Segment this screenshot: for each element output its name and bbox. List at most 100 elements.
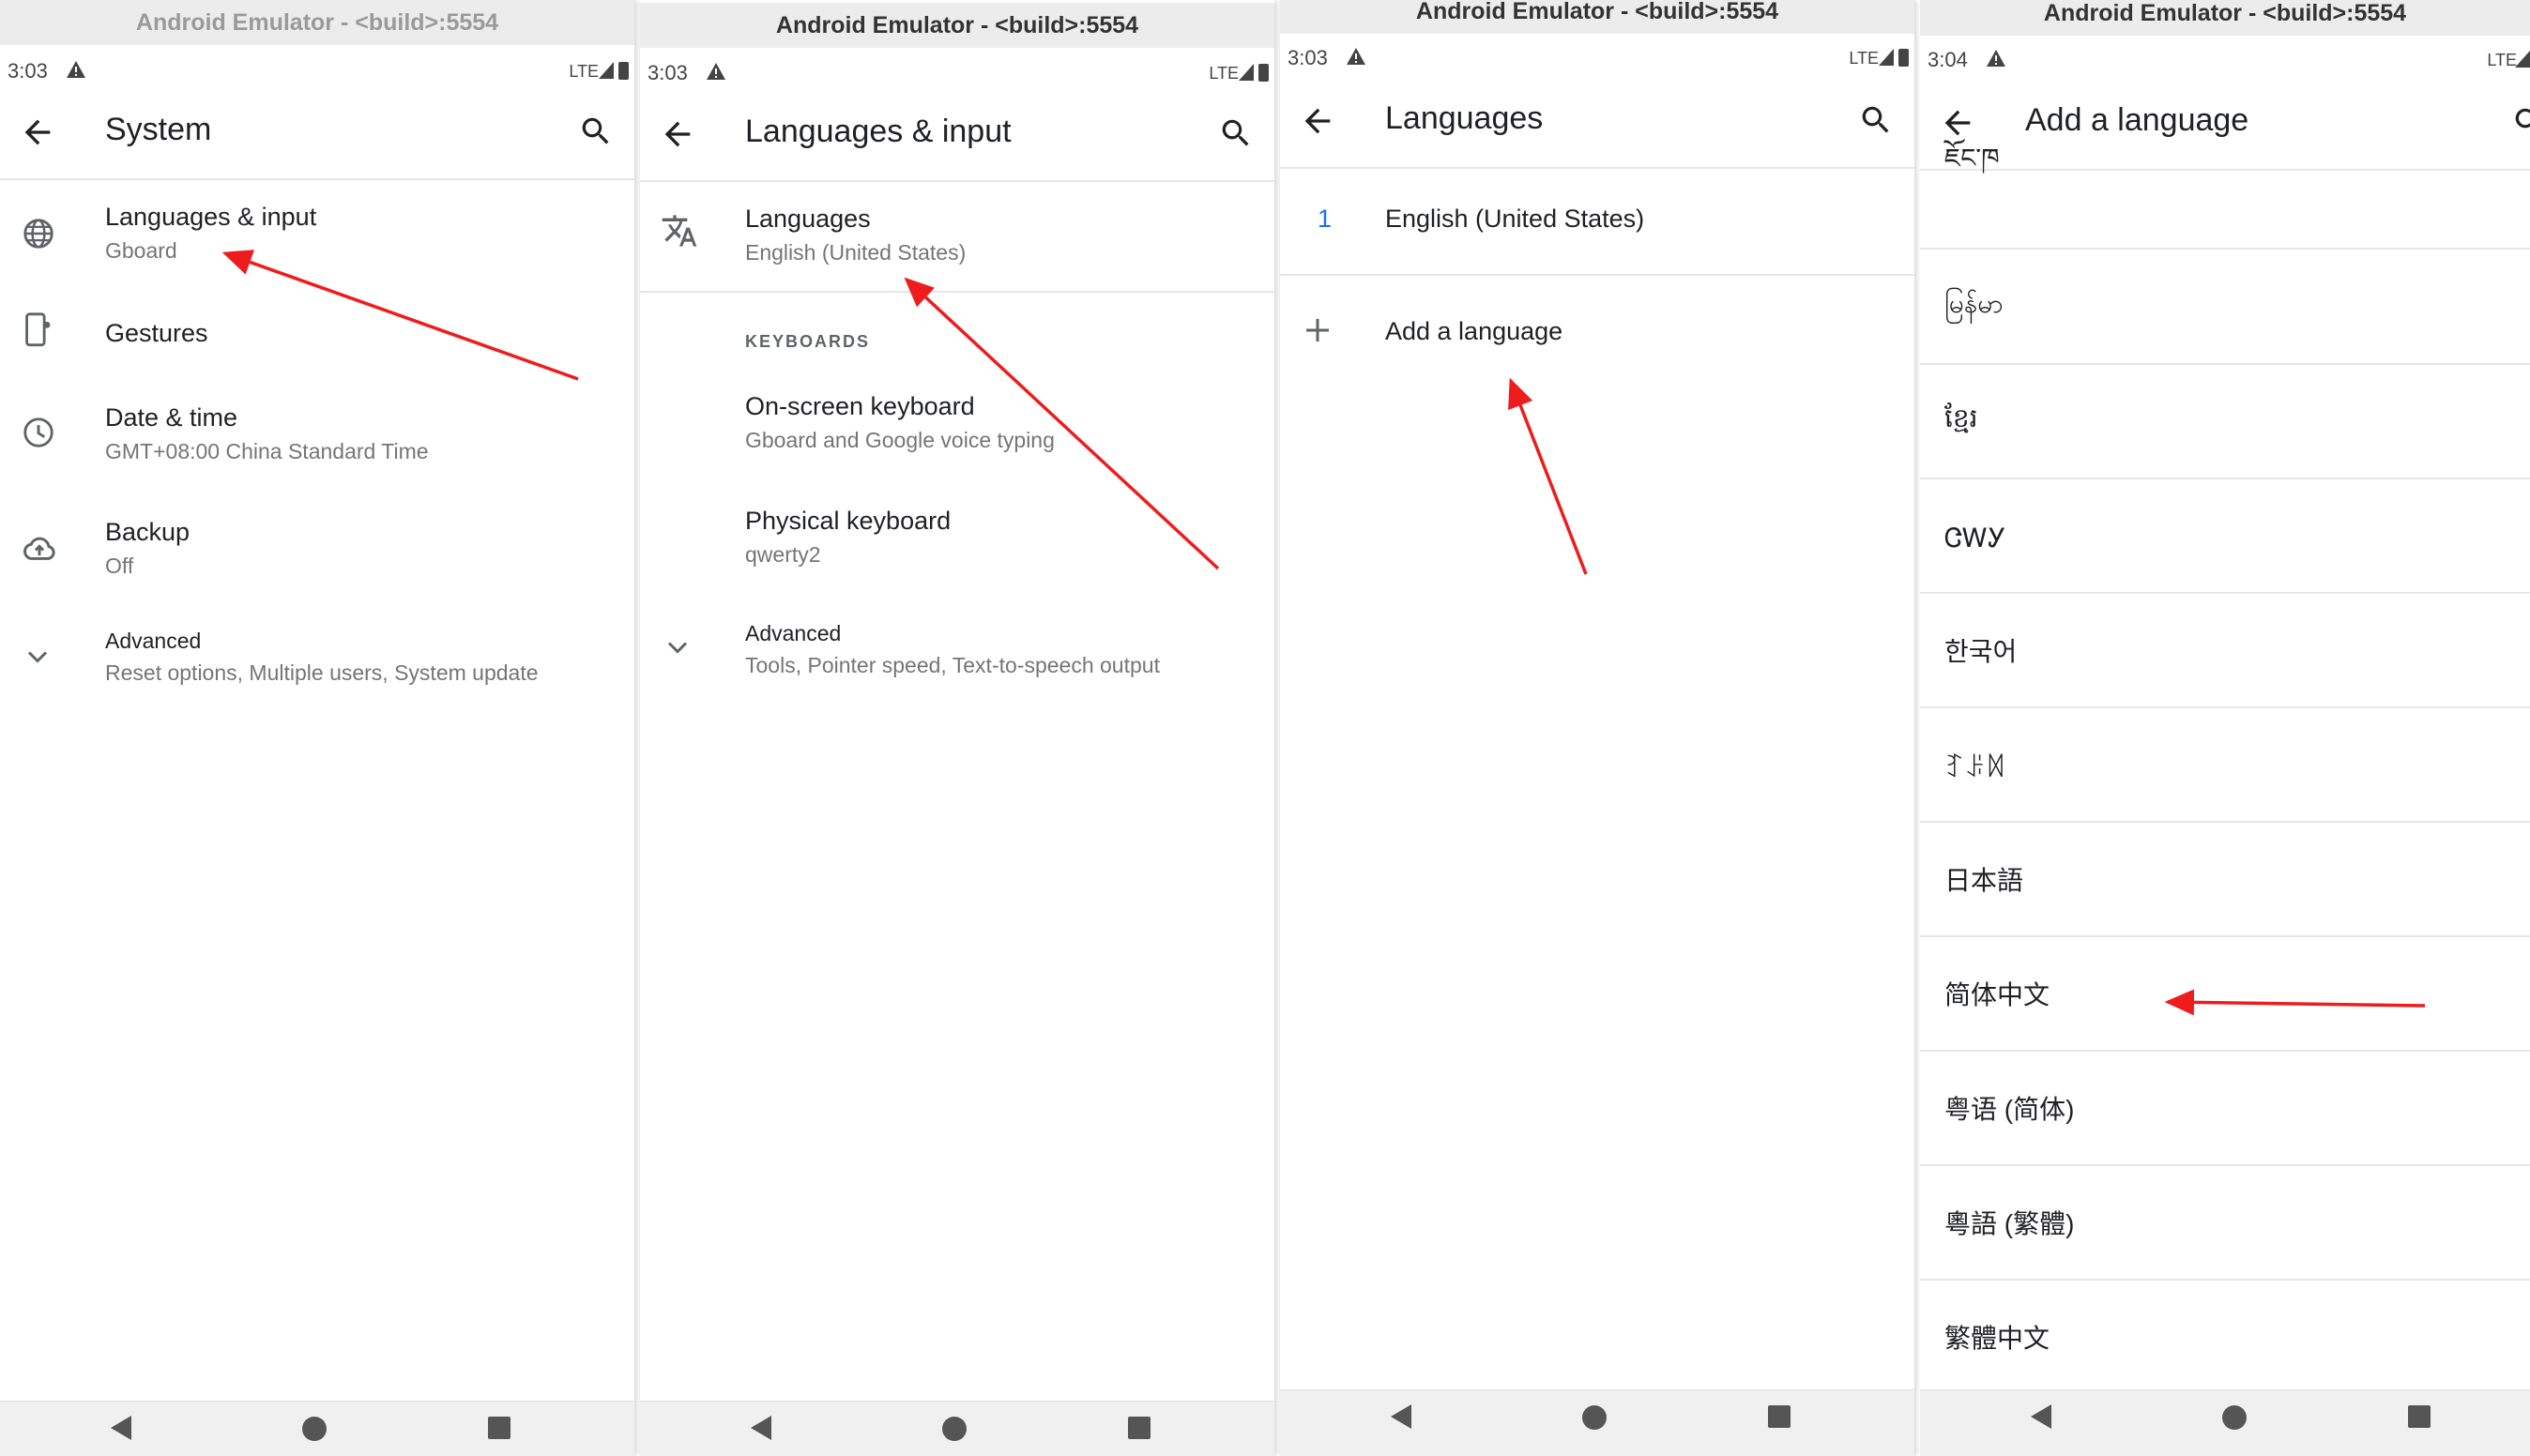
chevron-down-icon	[667, 642, 688, 654]
item-title: Advanced	[745, 621, 842, 645]
nav-back-button[interactable]	[2031, 1404, 2051, 1429]
nav-home-button[interactable]	[302, 1417, 327, 1441]
language-option[interactable]: ཇོང་ཁ	[1920, 137, 2530, 250]
search-icon[interactable]	[2511, 104, 2530, 140]
settings-item-date-time[interactable]: Date & time GMT+08:00 China Standard Tim…	[0, 383, 634, 486]
divider	[640, 291, 1274, 293]
clock-icon	[23, 417, 53, 447]
window-title: Android Emulator - <build>:5554	[640, 3, 1274, 48]
plus-icon	[1306, 319, 1329, 341]
item-summary: Off	[105, 554, 134, 578]
window-title: Android Emulator - <build>:5554	[0, 0, 634, 45]
language-list: ཇོང་ཁ မြန်မာ ខ្មែរ ᏣᎳᎩ 한국어 ꆈꌠꉙ 日本語 简体中文 …	[1920, 137, 2530, 1390]
item-title: On-screen keyboard	[745, 392, 975, 420]
window-title: Android Emulator - <build>:5554	[1920, 0, 2530, 36]
language-option[interactable]: ᏣᎳᎩ	[1920, 478, 2530, 594]
window-title: Android Emulator - <build>:5554	[1280, 0, 1914, 34]
network-type: LTE	[2487, 51, 2517, 69]
app-bar: Languages	[1280, 75, 1914, 169]
item-title: Gestures	[105, 319, 208, 347]
language-option-label: မြန်မာ	[1944, 289, 2004, 318]
battery-icon	[618, 62, 629, 80]
status-time: 3:04	[1928, 48, 1968, 71]
page-title: Add a language	[2025, 102, 2249, 138]
search-icon[interactable]	[578, 114, 614, 149]
nav-back-button[interactable]	[111, 1416, 131, 1440]
chevron-down-icon	[27, 651, 48, 663]
language-name: English (United States)	[1385, 205, 1645, 233]
back-arrow-icon[interactable]	[659, 115, 696, 153]
language-option[interactable]: မြန်မာ	[1920, 250, 2530, 365]
page-title: System	[105, 112, 212, 147]
language-item-english[interactable]: 1 English (United States)	[1280, 169, 1914, 276]
signal-icon	[599, 62, 614, 79]
settings-item-physical-keyboard[interactable]: Physical keyboard qwerty2	[640, 490, 1274, 584]
item-title: Advanced	[105, 629, 202, 653]
settings-item-languages[interactable]: Languages & input Gboard	[0, 180, 634, 283]
nav-home-button[interactable]	[1582, 1405, 1607, 1430]
language-option[interactable]: 简体中文	[1920, 936, 2530, 1052]
language-option[interactable]: 日本語	[1920, 822, 2530, 937]
warning-icon	[1347, 48, 1365, 65]
search-icon[interactable]	[1858, 102, 1894, 138]
nav-recents-button[interactable]	[2408, 1405, 2431, 1428]
back-arrow-icon[interactable]	[1939, 104, 1976, 142]
screen-system: Android Emulator - <build>:5554 3:03 LTE…	[0, 0, 634, 1456]
status-time: 3:03	[1288, 46, 1328, 69]
page-title: Languages & input	[745, 114, 1012, 149]
nav-recents-button[interactable]	[488, 1417, 511, 1439]
language-option-label: ཇོང་ཁ	[1944, 144, 2000, 173]
nav-bar	[0, 1401, 634, 1456]
nav-home-button[interactable]	[942, 1417, 967, 1441]
search-icon[interactable]	[1218, 115, 1254, 151]
back-arrow-icon[interactable]	[1299, 102, 1336, 140]
add-language-label: Add a language	[1385, 317, 1563, 345]
status-bar: 3:04 LTE	[1920, 39, 2530, 81]
language-option[interactable]: 粵語 (繁體)	[1920, 1165, 2530, 1281]
cloud-upload-icon	[23, 537, 55, 560]
settings-item-backup[interactable]: Backup Off	[0, 497, 634, 600]
item-summary: Gboard and Google voice typing	[745, 428, 1055, 452]
settings-item-languages[interactable]: Languages English (United States)	[640, 182, 1274, 291]
screen-languages-input: Android Emulator - <build>:5554 3:03 LTE…	[640, 0, 1274, 1456]
language-index: 1	[1318, 205, 1333, 233]
language-option-label: 简体中文	[1944, 980, 2050, 1009]
globe-icon	[23, 219, 53, 249]
page-title: Languages	[1385, 100, 1544, 136]
language-option-label: ꆈꌠꉙ	[1944, 753, 2006, 782]
language-option[interactable]: ꆈꌠꉙ	[1920, 707, 2530, 823]
item-summary: English (United States)	[745, 240, 967, 265]
nav-back-button[interactable]	[751, 1416, 771, 1440]
section-header-keyboards: KEYBOARDS	[745, 332, 871, 351]
settings-item-advanced[interactable]: Advanced Tools, Pointer speed, Text-to-s…	[640, 610, 1274, 704]
nav-back-button[interactable]	[1391, 1404, 1411, 1429]
back-arrow-icon[interactable]	[19, 114, 56, 151]
item-summary: Reset options, Multiple users, System up…	[105, 660, 539, 685]
add-language-button[interactable]: Add a language	[1280, 278, 1914, 383]
settings-item-advanced[interactable]: Advanced Reset options, Multiple users, …	[0, 612, 634, 705]
settings-item-onscreen-keyboard[interactable]: On-screen keyboard Gboard and Google voi…	[640, 375, 1274, 469]
battery-icon	[1258, 64, 1269, 82]
nav-home-button[interactable]	[2222, 1405, 2247, 1430]
language-option[interactable]: 한국어	[1920, 593, 2530, 708]
language-option[interactable]: 粤语 (简体)	[1920, 1051, 2530, 1166]
item-title: Languages & input	[105, 203, 317, 231]
item-title: Languages	[745, 205, 871, 233]
app-bar: Languages & input	[640, 88, 1274, 182]
signal-icon	[1239, 64, 1254, 81]
app-bar: System	[0, 86, 634, 180]
nav-bar	[1920, 1389, 2530, 1456]
translate-icon	[662, 215, 697, 247]
nav-recents-button[interactable]	[1128, 1417, 1151, 1439]
screen-add-language: Android Emulator - <build>:5554 3:04 LTE…	[1920, 0, 2530, 1456]
language-option[interactable]: 繁體中文	[1920, 1280, 2530, 1390]
nav-bar	[1280, 1389, 1914, 1456]
language-option[interactable]: ខ្មែរ	[1920, 364, 2530, 479]
item-summary: GMT+08:00 China Standard Time	[105, 439, 429, 463]
settings-item-gestures[interactable]: Gestures	[0, 298, 634, 373]
nav-recents-button[interactable]	[1768, 1405, 1791, 1428]
item-summary: Tools, Pointer speed, Text-to-speech out…	[745, 653, 1160, 677]
language-option-label: 日本語	[1944, 866, 2024, 895]
phone-gesture-icon	[25, 312, 51, 347]
status-bar: 3:03 LTE	[1280, 38, 1914, 79]
